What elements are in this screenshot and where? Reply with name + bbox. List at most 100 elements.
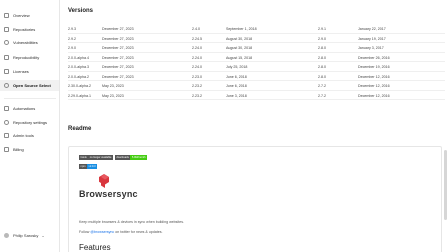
sidebar: Overview Repositories Vulnerabilities Re… (0, 0, 60, 252)
readme-title: Readme (68, 126, 92, 132)
table-row: 2.9.3 December 27, 2023 2.4.0 September 1, … (68, 24, 445, 34)
main-content: Versions 2.9.3 December 27, 2023 2.4.0 Sept… (60, 0, 448, 252)
version-cell[interactable]: 2.9.1 (318, 27, 326, 31)
version-cell[interactable]: 2.8.0 (318, 46, 326, 50)
date-cell: July 25, 2018 (226, 65, 248, 69)
overview-icon (4, 13, 9, 18)
sidebar-item-label: Repositories (13, 27, 36, 32)
sidebar-item-billing[interactable]: Billing (0, 144, 59, 155)
chevron-down-icon: ⌄ (41, 232, 45, 238)
versions-table: 2.9.3 December 27, 2023 2.4.0 September 1, … (68, 24, 445, 100)
version-cell[interactable]: 2.8.0 (318, 75, 326, 79)
sidebar-item-label: Overview (13, 13, 30, 18)
user-menu[interactable]: Philip Sarosky ⌄ (4, 229, 58, 241)
sidebar-item-open-source-select[interactable]: Open Source Select (0, 80, 59, 91)
date-cell: December 27, 2023 (102, 55, 134, 60)
date-cell: January 19, 2017 (358, 36, 386, 41)
logo-wordmark: Browsersync (79, 189, 138, 199)
version-cell[interactable]: 2.9.3 (68, 27, 76, 31)
sidebar-item-label: Vulnerabilities (13, 40, 38, 45)
avatar (4, 232, 9, 238)
sidebar-item-label: Reproducibility (13, 55, 40, 60)
date-cell: December 27, 2023 (102, 27, 134, 31)
versions-title: Versions (68, 8, 94, 14)
badge-value: no longer available (88, 155, 113, 160)
sidebar-item-vulnerabilities[interactable]: Vulnerabilities (0, 37, 59, 48)
version-cell[interactable]: 2.23.0 (192, 75, 202, 79)
date-cell: December 12, 2016 (358, 84, 390, 88)
badge-key: npm (79, 164, 88, 169)
date-cell: December 27, 2023 (102, 74, 134, 79)
version-cell[interactable]: 2.7.2 (318, 84, 326, 88)
table-row: 2.0.0-alpha.2 December 27, 2023 2.23.0 June… (68, 72, 445, 81)
reproducibility-icon (4, 55, 9, 60)
npm-badge[interactable]: npm v2.9.3 (79, 164, 98, 169)
version-cell[interactable]: 2.23.2 (192, 94, 202, 98)
version-cell[interactable]: 2.4.0 (192, 27, 200, 31)
badge-value: v2.9.3 (87, 164, 98, 169)
version-cell[interactable]: 2.8.0 (318, 65, 326, 69)
badge-key: downloads (114, 155, 131, 160)
follow-prefix: Follow (79, 230, 91, 234)
version-cell[interactable]: 2.9.0 (318, 37, 326, 41)
readme-panel: travis no longer available downloads 5.0M/… (68, 146, 442, 252)
sidebar-item-reproducibility[interactable]: Reproducibility (0, 52, 59, 63)
version-cell[interactable]: 2.30.0-alpha.2 (68, 84, 91, 88)
date-cell: December 27, 2023 (102, 46, 134, 50)
date-cell: May 23, 2023 (102, 93, 124, 98)
badge-row: travis no longer available downloads 5.0M/… (79, 155, 149, 160)
version-cell[interactable]: 2.24.0 (192, 46, 202, 50)
date-cell: December 27, 2023 (102, 65, 134, 69)
date-cell: September 1, 2018 (226, 27, 257, 31)
date-cell: August 30, 2018 (226, 36, 253, 41)
date-cell: December 19, 2016 (358, 65, 390, 69)
date-cell: December 27, 2023 (102, 36, 134, 41)
version-cell[interactable]: 2.0.0-alpha.4 (68, 56, 89, 60)
sidebar-item-label: Automations (13, 106, 36, 111)
sidebar-item-repository-settings[interactable]: Repository settings (0, 117, 59, 128)
automation-icon (4, 106, 9, 111)
table-row: 2.9.2 December 27, 2023 2.24.5 August 30, 2… (68, 34, 445, 43)
date-cell: May 23, 2023 (102, 84, 124, 88)
date-cell: December 12, 2016 (358, 74, 390, 79)
badge-value: 5.0M/month (130, 155, 148, 160)
sidebar-item-repositories[interactable]: Repositories (0, 24, 59, 35)
version-cell[interactable]: 2.0.0-alpha.2 (68, 75, 89, 79)
sidebar-item-licenses[interactable]: Licenses (0, 66, 59, 77)
vulnerability-icon (4, 40, 9, 45)
readme-follow-text: Follow @browsersync on twitter for news … (79, 230, 163, 234)
version-cell[interactable]: 2.9.2 (68, 37, 76, 41)
date-cell: June 6, 2018 (226, 74, 247, 79)
user-name: Philip Sarosky (13, 232, 39, 238)
version-cell[interactable]: 2.24.0 (192, 65, 202, 69)
version-cell[interactable]: 2.8.0 (318, 56, 326, 60)
readme-description: Keep multiple browsers & devices in sync… (79, 220, 185, 224)
version-cell[interactable]: 2.9.0 (68, 46, 76, 50)
build-badge[interactable]: travis no longer available (79, 155, 113, 160)
select-icon (4, 83, 9, 88)
twitter-link[interactable]: @browsersync (90, 230, 114, 234)
browsersync-logo-icon (99, 174, 109, 188)
version-cell[interactable]: 2.29.0-alpha.1 (68, 94, 91, 98)
sidebar-divider (4, 98, 56, 99)
downloads-badge[interactable]: downloads 5.0M/month (114, 155, 148, 160)
sidebar-item-label: Repository settings (13, 120, 48, 125)
version-cell[interactable]: 2.23.2 (192, 84, 202, 88)
date-cell: January 3, 2017 (358, 46, 384, 50)
sidebar-item-overview[interactable]: Overview (0, 10, 59, 21)
settings-icon (4, 120, 9, 125)
version-cell[interactable]: 2.0.0-alpha.3 (68, 65, 89, 69)
version-cell[interactable]: 2.24.5 (192, 37, 202, 41)
admin-icon (4, 133, 9, 138)
version-cell[interactable]: 2.7.2 (318, 94, 326, 98)
sidebar-item-admin-tools[interactable]: Admin tools (0, 130, 59, 141)
date-cell: June 6, 2018 (226, 84, 247, 88)
scrollbar[interactable] (444, 150, 447, 220)
date-cell: January 22, 2017 (358, 27, 386, 31)
version-cell[interactable]: 2.24.0 (192, 56, 202, 60)
table-row: 2.30.0-alpha.2 May 23, 2023 2.23.2 June 6, … (68, 81, 445, 91)
date-cell: August 15, 2018 (226, 55, 253, 60)
date-cell: June 3, 2018 (226, 93, 247, 98)
sidebar-item-label: Admin tools (13, 133, 34, 138)
sidebar-item-automations[interactable]: Automations (0, 103, 59, 114)
